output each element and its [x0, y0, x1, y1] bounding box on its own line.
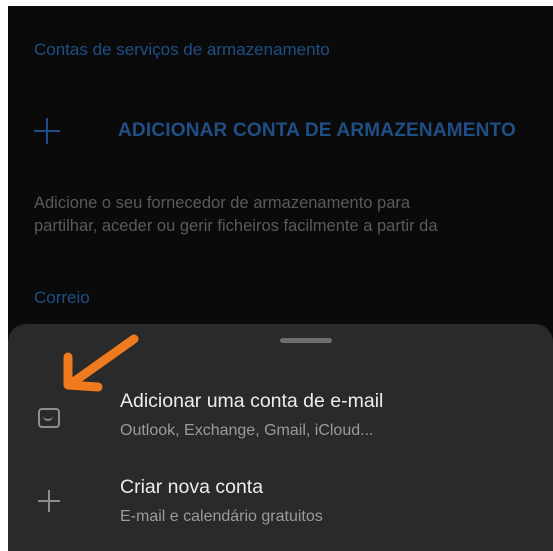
storage-description-line: Adicione o seu fornecedor de armazenamen…	[34, 194, 411, 212]
plus-icon	[38, 490, 60, 512]
create-new-account-option[interactable]: Criar nova conta E-mail e calendário gra…	[8, 456, 553, 536]
inbox-icon	[38, 408, 60, 428]
storage-description-line: partilhar, aceder ou gerir ficheiros fac…	[34, 217, 438, 235]
add-storage-account-label: ADICIONAR CONTA DE ARMAZENAMENTO	[118, 120, 516, 141]
annotation-arrow-icon	[63, 334, 139, 392]
app-screen: Contas de serviços de armazenamento ADIC…	[8, 6, 553, 551]
option-subtitle: E-mail e calendário gratuitos	[120, 508, 323, 525]
storage-description: Adicione o seu fornecedor de armazenamen…	[34, 192, 553, 238]
option-title: Adicionar uma conta de e-mail	[120, 390, 384, 412]
sheet-drag-handle[interactable]	[280, 338, 332, 343]
add-storage-account-button[interactable]: ADICIONAR CONTA DE ARMAZENAMENTO	[34, 110, 553, 152]
mail-section-title: Correio	[34, 288, 90, 307]
plus-icon	[34, 118, 60, 144]
storage-section-title: Contas de serviços de armazenamento	[34, 40, 330, 59]
option-title: Criar nova conta	[120, 476, 264, 498]
option-subtitle: Outlook, Exchange, Gmail, iCloud...	[120, 422, 374, 439]
